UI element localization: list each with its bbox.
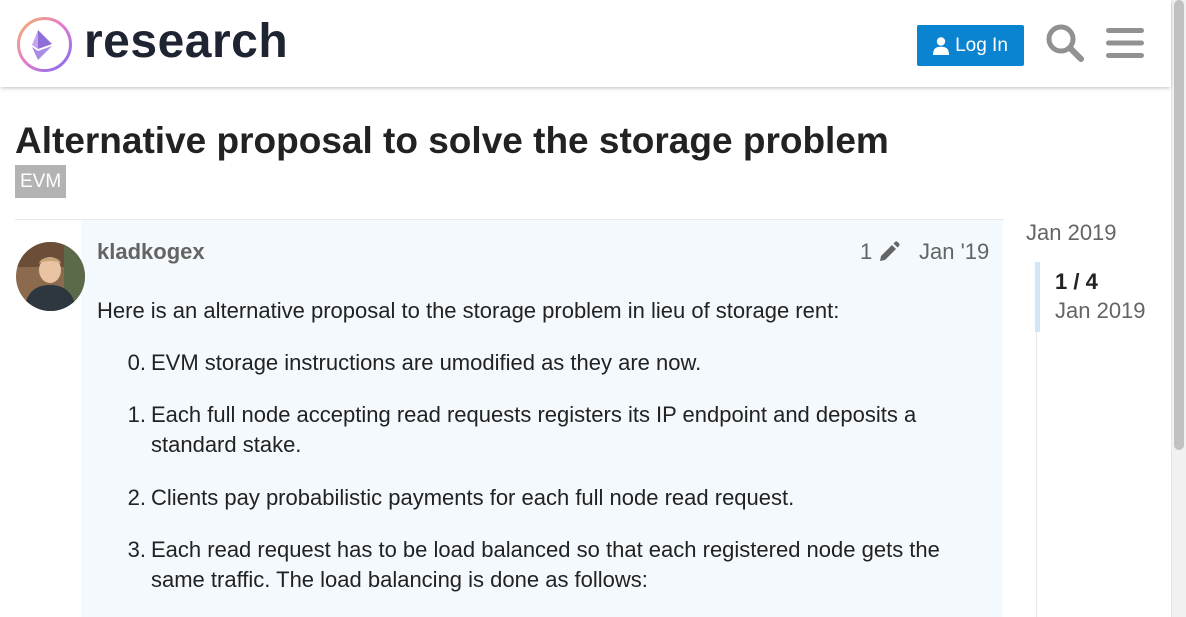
edit-history-button[interactable]: 1 — [860, 238, 900, 266]
list-number: 0. — [127, 350, 146, 375]
site-name[interactable]: research — [84, 14, 288, 70]
login-label: Log In — [955, 34, 1008, 56]
avatar[interactable] — [16, 242, 85, 311]
topic-title[interactable]: Alternative proposal to solve the storag… — [15, 118, 889, 164]
category-badge[interactable]: EVM — [15, 165, 67, 198]
post-date[interactable]: Jan '19 — [919, 238, 989, 266]
list-text: EVM storage instructions are umodified a… — [151, 350, 702, 375]
list-number: 1. — [127, 402, 146, 427]
list-number: 3. — [127, 537, 146, 562]
page-scrollbar[interactable] — [1171, 0, 1186, 617]
scrollbar-thumb[interactable] — [1174, 0, 1184, 450]
list-text: Clients pay probabilistic payments for e… — [151, 485, 795, 510]
login-button[interactable]: Log In — [917, 25, 1024, 66]
edit-count: 1 — [860, 239, 873, 264]
list-text: Each full node accepting read requests r… — [151, 402, 917, 457]
search-icon[interactable] — [1045, 23, 1085, 63]
user-icon — [933, 36, 950, 55]
hamburger-menu-icon[interactable] — [1106, 26, 1144, 60]
timeline-start-date[interactable]: Jan 2019 — [1026, 219, 1117, 247]
timeline-scroll-handle[interactable] — [1035, 262, 1040, 332]
post-intro: Here is an alternative proposal to the s… — [97, 298, 840, 323]
post-author[interactable]: kladkogex — [97, 238, 205, 266]
site-header: research Log In — [0, 0, 1171, 87]
timeline-current-date: Jan 2019 — [1055, 298, 1146, 323]
pencil-icon — [880, 241, 900, 261]
timeline-position[interactable]: 1 / 4 — [1055, 268, 1098, 296]
ethereum-logo-icon[interactable] — [16, 16, 73, 73]
list-text: Each read request has to be load balance… — [151, 537, 940, 592]
list-number: 2. — [127, 485, 146, 510]
